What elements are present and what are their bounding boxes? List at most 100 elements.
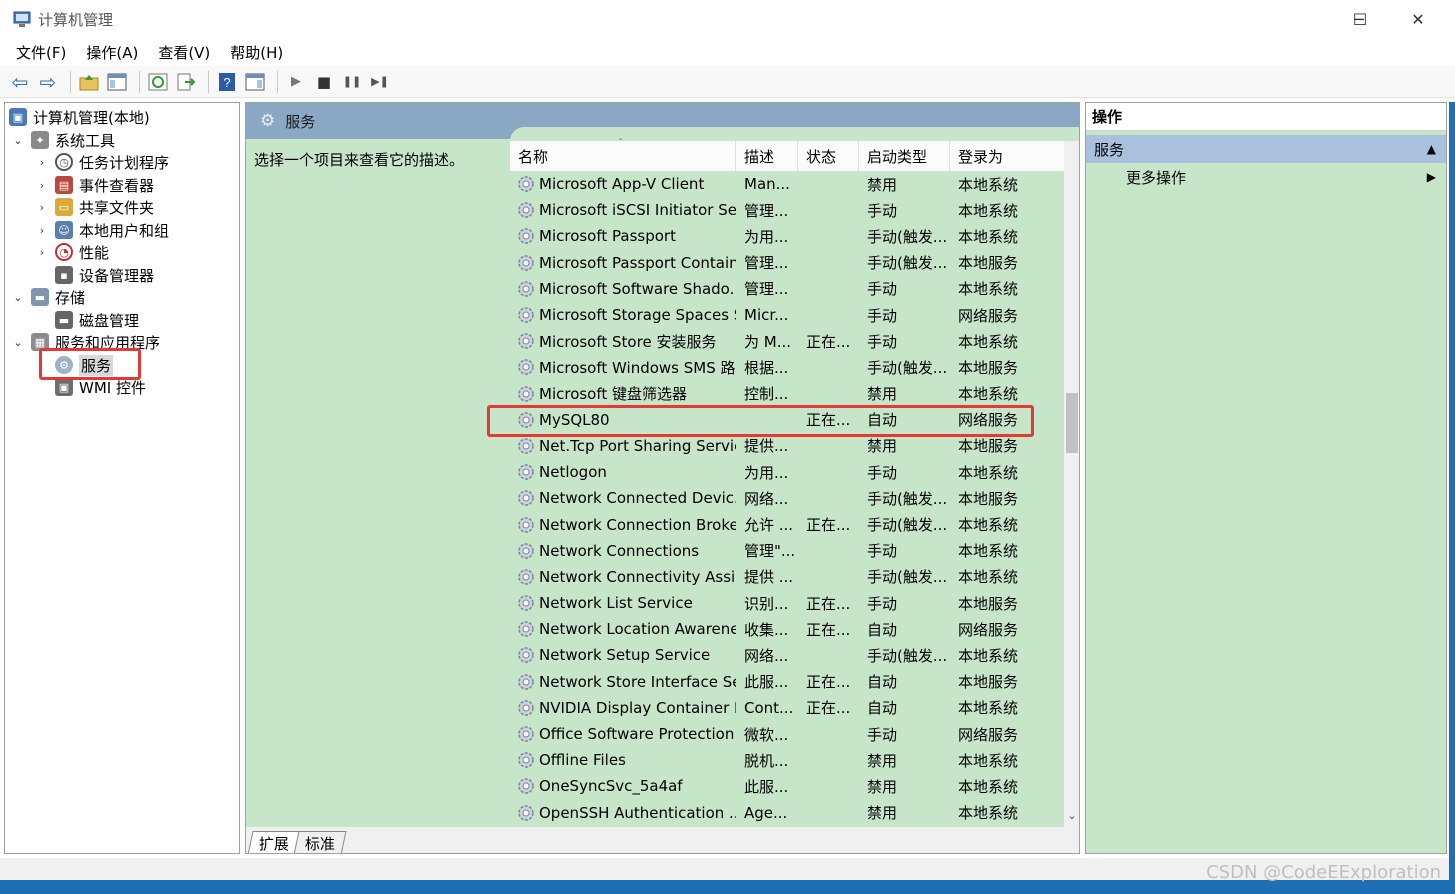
forward-button[interactable]: ⇨ bbox=[36, 70, 60, 94]
service-desc: 识别... bbox=[744, 594, 789, 613]
service-row[interactable]: Microsoft Store 安装服务 为 M... 正在... 手动 本地系统 bbox=[510, 328, 1065, 354]
tree-shared-folders-label: 共享文件夹 bbox=[79, 198, 155, 217]
tree-disk-management[interactable]: ▬ 磁盘管理 bbox=[35, 309, 139, 331]
expand-chevron-icon[interactable]: › bbox=[35, 246, 49, 259]
column-name-label: 名称 bbox=[518, 147, 549, 166]
start-service-button[interactable]: ▶ bbox=[284, 70, 308, 94]
service-gear-icon bbox=[518, 647, 534, 664]
service-gear-icon bbox=[518, 569, 534, 585]
service-row[interactable]: Microsoft Software Shado... 管理... 手动 本地系统 bbox=[510, 276, 1065, 302]
tree-local-users[interactable]: › ☺ 本地用户和组 bbox=[35, 219, 169, 241]
service-row[interactable]: Microsoft Windows SMS 路... 根据... 手动(触发... 本… bbox=[510, 354, 1065, 380]
tree-task-scheduler[interactable]: › ◷ 任务计划程序 bbox=[35, 151, 169, 173]
tree-storage[interactable]: ⌄ ▬ 存储 bbox=[11, 286, 85, 308]
collapse-caret-icon[interactable]: ▲ bbox=[1427, 142, 1436, 156]
collapse-chevron-icon[interactable]: ⌄ bbox=[11, 336, 25, 349]
service-row[interactable]: Net.Tcp Port Sharing Service 提供... 禁用 本地服务 bbox=[510, 433, 1065, 459]
service-row[interactable]: Network List Service 识别... 正在... 手动 本地服务 bbox=[510, 590, 1065, 616]
service-row[interactable]: Office Software Protection ... 微软... 手动 网络服… bbox=[510, 721, 1065, 747]
service-row[interactable]: Network Connectivity Assis... 提供 ... 手动(触发… bbox=[510, 564, 1065, 590]
column-logon-as[interactable]: 登录为 bbox=[950, 141, 1065, 171]
refresh-button[interactable] bbox=[146, 70, 170, 94]
up-folder-button[interactable] bbox=[77, 70, 101, 94]
service-name-cell: Microsoft Passport Container bbox=[510, 253, 736, 273]
service-row[interactable]: Network Setup Service 网络... 手动(触发... 本地系统 bbox=[510, 642, 1065, 668]
service-gear-icon bbox=[518, 595, 534, 611]
mysql80-highlight-box bbox=[487, 404, 1034, 437]
back-button[interactable]: ⇦ bbox=[8, 70, 32, 94]
service-name: Microsoft App-V Client bbox=[539, 175, 705, 194]
service-gear-icon bbox=[518, 621, 534, 638]
stop-service-button[interactable]: ■ bbox=[312, 70, 336, 94]
expand-chevron-icon[interactable]: › bbox=[35, 156, 49, 169]
menu-view[interactable]: 查看(V) bbox=[148, 42, 220, 63]
menu-file[interactable]: 文件(F) bbox=[6, 42, 76, 63]
service-name-cell: Microsoft Store 安装服务 bbox=[510, 331, 736, 352]
service-row[interactable]: Microsoft Passport Container 管理... 手动(触发..… bbox=[510, 250, 1065, 276]
service-gear-icon bbox=[518, 359, 534, 376]
expand-chevron-icon[interactable]: › bbox=[35, 179, 49, 192]
service-status: 正在... bbox=[806, 699, 851, 718]
service-name: Microsoft Storage Spaces S... bbox=[539, 306, 736, 325]
service-startup-type: 自动 bbox=[867, 620, 898, 639]
expand-chevron-icon[interactable]: › bbox=[35, 201, 49, 214]
service-row[interactable]: NVIDIA Display Container LS Cont... 正在... 自… bbox=[510, 695, 1065, 721]
service-logon: 本地系统 bbox=[958, 463, 1019, 482]
service-row[interactable]: Offline Files 脱机... 禁用 本地系统 bbox=[510, 747, 1065, 773]
tree-system-tools[interactable]: ⌄ ✦ 系统工具 bbox=[11, 129, 115, 151]
tab-standard[interactable]: 标准 bbox=[293, 831, 347, 853]
service-name-cell: Network List Service bbox=[510, 593, 736, 613]
service-desc: Age... bbox=[744, 803, 788, 822]
export-list-button[interactable] bbox=[174, 70, 198, 94]
service-row[interactable]: Network Connections 管理"... 手动 本地系统 bbox=[510, 538, 1065, 564]
tree-device-manager[interactable]: ▪ 设备管理器 bbox=[35, 264, 154, 286]
collapse-chevron-icon[interactable]: ⌄ bbox=[11, 291, 25, 304]
service-gear-icon bbox=[518, 464, 534, 480]
service-row[interactable]: Microsoft Storage Spaces S... Micr... 手动 网络… bbox=[510, 302, 1065, 328]
service-row[interactable]: Network Connection Broker 允许 ... 正在... 手动(触… bbox=[510, 511, 1065, 537]
service-row[interactable]: OpenSSH Authentication ... Age... 禁用 本地系统 bbox=[510, 800, 1065, 826]
restart-service-button[interactable]: ▶❚ bbox=[368, 70, 392, 94]
tab-extended[interactable]: 扩展 bbox=[247, 831, 301, 853]
tree-performance[interactable]: › ◔ 性能 bbox=[35, 241, 109, 263]
scrollbar-thumb[interactable] bbox=[1066, 393, 1078, 453]
menu-help[interactable]: 帮助(H) bbox=[220, 42, 293, 63]
maximize-button[interactable]: ☐ bbox=[1331, 0, 1389, 38]
tree-shared-folders[interactable]: › ▭ 共享文件夹 bbox=[35, 196, 154, 218]
service-row[interactable]: Microsoft App-V Client Man... 禁用 本地系统 bbox=[510, 171, 1065, 197]
service-row[interactable]: Netlogon 为用... 手动 本地系统 bbox=[510, 459, 1065, 485]
tree-performance-label: 性能 bbox=[79, 243, 110, 262]
service-row[interactable]: Network Store Interface Se... 此服... 正在... 自… bbox=[510, 669, 1065, 695]
service-desc: Micr... bbox=[744, 306, 789, 325]
menu-action[interactable]: 操作(A) bbox=[76, 42, 148, 63]
service-row[interactable]: Network Connected Devic... 网络... 手动(触发... 本… bbox=[510, 485, 1065, 511]
pause-service-button[interactable]: ❚❚ bbox=[340, 70, 364, 94]
service-startup-type: 手动 bbox=[867, 332, 898, 351]
more-actions-item[interactable]: 更多操作 ▶ bbox=[1086, 163, 1446, 191]
service-name: Microsoft Store 安装服务 bbox=[539, 332, 717, 351]
column-startup-type[interactable]: 启动类型 bbox=[859, 141, 950, 171]
column-name[interactable]: 名称 ˆ bbox=[510, 138, 736, 171]
show-hide-tree-button[interactable] bbox=[105, 70, 129, 94]
help-icon: ? bbox=[219, 72, 235, 91]
service-row[interactable]: OneSyncSvc_5a4af 此服... 禁用 本地系统 bbox=[510, 773, 1065, 799]
vertical-scrollbar[interactable]: ⌄ bbox=[1064, 141, 1079, 827]
column-status[interactable]: 状态 bbox=[798, 141, 859, 171]
collapse-chevron-icon[interactable]: ⌄ bbox=[11, 134, 25, 147]
service-row[interactable]: Microsoft Passport 为用... 手动(触发... 本地系统 bbox=[510, 223, 1065, 249]
help-button[interactable]: ? bbox=[215, 70, 239, 94]
service-row[interactable]: Network Location Awarene... 收集... 正在... 自动 网… bbox=[510, 616, 1065, 642]
expand-chevron-icon[interactable]: › bbox=[35, 224, 49, 237]
service-row[interactable]: Microsoft 键盘筛选器 控制... 禁用 本地系统 bbox=[510, 381, 1065, 407]
service-startup-type: 手动(触发... bbox=[867, 568, 948, 587]
show-action-pane-button[interactable] bbox=[243, 70, 267, 94]
tree-root[interactable]: ▣ 计算机管理(本地) bbox=[9, 106, 150, 128]
scroll-down-icon[interactable]: ⌄ bbox=[1066, 809, 1078, 822]
tree-event-viewer[interactable]: › ▤ 事件查看器 bbox=[35, 174, 154, 196]
actions-section-services[interactable]: 服务 ▲ bbox=[1086, 135, 1446, 163]
service-row[interactable]: Microsoft iSCSI Initiator Ser... 管理... 手动 本… bbox=[510, 197, 1065, 223]
close-button[interactable]: ✕ bbox=[1389, 0, 1447, 38]
service-name: Microsoft Software Shado... bbox=[539, 279, 736, 298]
column-description[interactable]: 描述 bbox=[736, 141, 798, 171]
gear-icon: ⚙ bbox=[260, 111, 276, 131]
